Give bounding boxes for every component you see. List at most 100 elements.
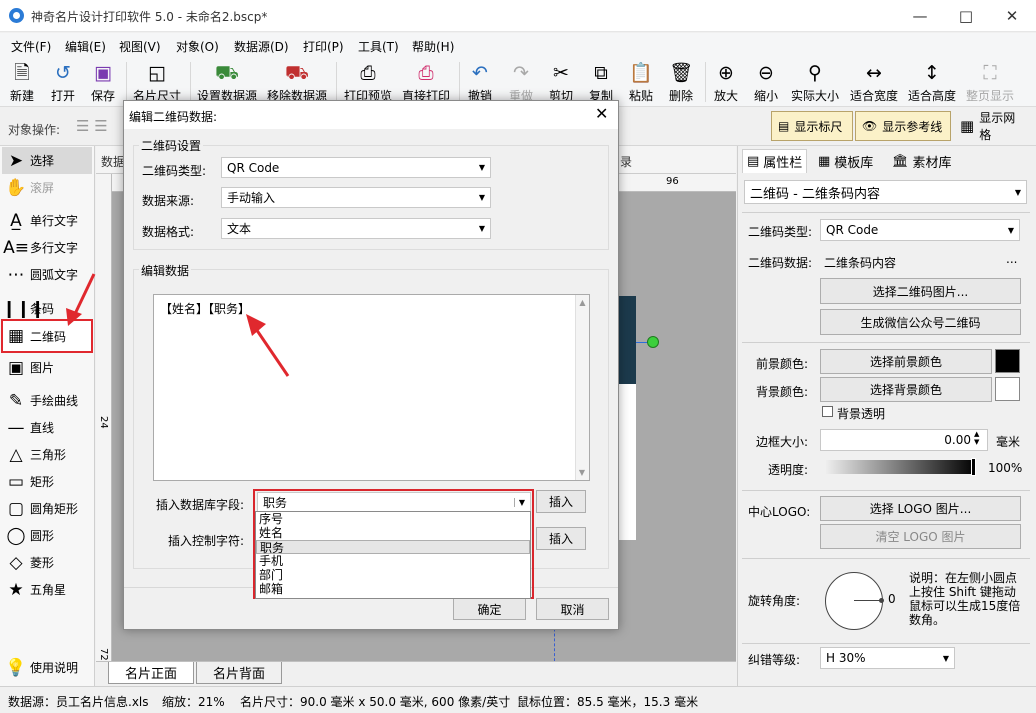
tool-freehand[interactable]: ✎ 手绘曲线 [2, 387, 92, 414]
show-ruler-button[interactable]: ▤ 显示标尺 [771, 111, 853, 141]
tool-rounded-rect[interactable]: ▢ 圆角矩形 [2, 495, 92, 522]
menu-help[interactable]: 帮助(H) [412, 38, 454, 55]
menu-object[interactable]: 对象(O) [176, 38, 219, 55]
opacity-slider[interactable] [826, 460, 976, 474]
layers-icon[interactable]: ☰ ☰ [76, 117, 108, 135]
diamond-icon: ◇ [9, 552, 23, 573]
dialog-source-select[interactable]: 手动输入 ▼ [221, 187, 491, 208]
object-selector[interactable]: 二维码 - 二维条码内容 ▼ [744, 180, 1027, 204]
maximize-button[interactable]: □ [943, 0, 989, 32]
select-fg-color-button[interactable]: 选择前景颜色 [820, 349, 992, 374]
qr-data-more-button[interactable]: ... [1006, 252, 1017, 266]
dropdown-option[interactable]: 姓名 [256, 526, 530, 540]
show-grid-button[interactable]: ▦ 显示网格 [953, 111, 1033, 142]
dialog-format-select[interactable]: 文本 ▼ [221, 218, 491, 239]
insert-field-button[interactable]: 插入 [536, 490, 586, 513]
save-button[interactable]: ▣ 保存 [91, 60, 115, 104]
dropdown-option[interactable]: 部门 [256, 568, 530, 582]
dropdown-option-selected[interactable]: 职务 [256, 540, 530, 555]
fit-width-button[interactable]: ↔ 适合宽度 [850, 60, 898, 104]
tool-scroll[interactable]: ✋ 滚屏 [2, 174, 92, 201]
tool-rectangle[interactable]: ▭ 矩形 [2, 468, 92, 495]
help-button[interactable]: 💡 使用说明 [2, 654, 92, 681]
tab-card-front[interactable]: 名片正面 [108, 662, 194, 684]
dropdown-option[interactable]: 邮箱 [256, 582, 530, 596]
paste-button[interactable]: 📋 粘贴 [629, 60, 653, 104]
dialog-source-label: 数据来源: [142, 194, 195, 208]
fit-width-icon: ↔ [866, 62, 882, 84]
minimize-button[interactable]: — [897, 0, 943, 32]
border-size-input[interactable]: 0.00 [820, 429, 988, 451]
select-qr-image-button[interactable]: 选择二维码图片... [820, 278, 1021, 304]
dropdown-option[interactable]: 手机 [256, 554, 530, 568]
undo-button[interactable]: ↶ 撤销 [468, 60, 492, 104]
tool-image[interactable]: ▣ 图片 [2, 354, 92, 381]
tool-triangle[interactable]: △ 三角形 [2, 441, 92, 468]
dialog-type-select[interactable]: QR Code ▼ [221, 157, 491, 178]
tab-properties[interactable]: ▤ 属性栏 [742, 149, 808, 173]
qr-type-select[interactable]: QR Code ▼ [820, 219, 1020, 241]
dialog-close-icon[interactable]: ✕ [595, 104, 608, 123]
actual-size-button[interactable]: ⚲ 实际大小 [791, 60, 839, 104]
database-add-icon: ⛟ [215, 62, 239, 84]
clear-logo-button[interactable]: 清空 LOGO 图片 [820, 524, 1021, 549]
card-size-button[interactable]: ◱ 名片尺寸 [133, 60, 181, 104]
dropdown-option[interactable]: 序号 [256, 512, 530, 526]
menu-view[interactable]: 视图(V) [119, 38, 161, 55]
copy-button[interactable]: ⧉ 复制 [589, 60, 613, 104]
gen-wechat-qr-button[interactable]: 生成微信公众号二维码 [820, 309, 1021, 335]
tool-line[interactable]: — 直线 [2, 414, 92, 441]
menu-file[interactable]: 文件(F) [11, 38, 51, 55]
zoom-out-button[interactable]: ⊖ 缩小 [754, 60, 778, 104]
delete-button[interactable]: 🗑 删除 [669, 60, 693, 104]
select-logo-button[interactable]: 选择 LOGO 图片... [820, 496, 1021, 521]
rotation-handle[interactable] [647, 336, 659, 348]
opacity-slider-thumb[interactable] [971, 458, 976, 476]
menu-edit[interactable]: 编辑(E) [65, 38, 106, 55]
tool-diamond[interactable]: ◇ 菱形 [2, 549, 92, 576]
open-button[interactable]: ↺ 打开 [51, 60, 75, 104]
fit-height-button[interactable]: ↕ 适合高度 [908, 60, 956, 104]
tool-circle[interactable]: ◯ 圆形 [2, 522, 92, 549]
direct-print-button[interactable]: ⎙ 直接打印 [402, 60, 450, 104]
tab-materials[interactable]: 🏛 素材库 [888, 149, 956, 173]
print-preview-button[interactable]: ⎙ 打印预览 [344, 60, 392, 104]
qr-data-textarea[interactable]: 【姓名】【职务】 ▲ ▼ [153, 294, 590, 481]
grid-icon: ▦ [960, 117, 975, 135]
ecc-select[interactable]: H 30% ▼ [820, 647, 955, 669]
tab-card-back[interactable]: 名片背面 [196, 662, 282, 684]
new-button[interactable]: 🗎 新建 [10, 60, 34, 104]
dialog-ok-button[interactable]: 确定 [453, 598, 526, 620]
tool-select[interactable]: ➤ 选择 [2, 147, 92, 174]
close-window-button[interactable]: ✕ [989, 0, 1035, 32]
fg-color-swatch[interactable] [995, 349, 1020, 373]
settings-group-title: 二维码设置 [139, 137, 204, 154]
insert-ctrl-button[interactable]: 插入 [536, 527, 586, 550]
dialog-cancel-button[interactable]: 取消 [536, 598, 609, 620]
rotation-dial-dot[interactable] [879, 598, 884, 603]
zoom-in-button[interactable]: ⊕ 放大 [714, 60, 738, 104]
border-unit: 毫米 [996, 435, 1021, 449]
menu-print[interactable]: 打印(P) [303, 38, 344, 55]
chevron-down-icon: ▼ [478, 193, 485, 202]
remove-datasource-button[interactable]: ⛟ 移除数据源 [267, 60, 327, 104]
menu-tools[interactable]: 工具(T) [358, 38, 399, 55]
tab-templates[interactable]: ▦ 模板库 [814, 149, 877, 173]
rotation-dial[interactable] [825, 572, 883, 630]
tool-single-text[interactable]: A̲ 单行文字 [2, 207, 92, 234]
border-spinner-icon[interactable]: ▲ ▼ [974, 430, 979, 446]
cut-button[interactable]: ✂ 剪切 [549, 60, 573, 104]
redo-button[interactable]: ↷ 重做 [509, 60, 533, 104]
select-bg-color-button[interactable]: 选择背景颜色 [820, 377, 992, 402]
fit-page-button[interactable]: ⛶ 整页显示 [966, 60, 1014, 104]
menu-datasource[interactable]: 数据源(D) [234, 38, 289, 55]
field-dropdown-list[interactable]: 序号 姓名 职务 手机 部门 邮箱 [255, 511, 531, 599]
qr-data-label: 二维码数据: [748, 256, 813, 270]
tool-multi-text[interactable]: A≡ 多行文字 [2, 234, 92, 261]
show-guides-button[interactable]: 👁 显示参考线 [855, 111, 951, 141]
bg-color-swatch[interactable] [995, 377, 1020, 401]
tool-star[interactable]: ★ 五角星 [2, 576, 92, 603]
bg-transparent-checkbox[interactable] [822, 406, 833, 417]
set-datasource-button[interactable]: ⛟ 设置数据源 [197, 60, 257, 104]
textarea-scrollbar[interactable]: ▲ ▼ [575, 295, 589, 480]
